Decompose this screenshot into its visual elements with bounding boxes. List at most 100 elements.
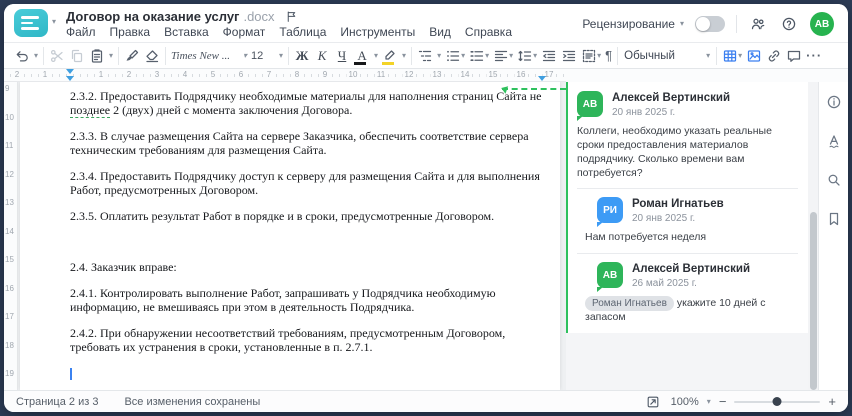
paragraph-style-select[interactable]: Обычный ▾ xyxy=(621,46,713,66)
comment-divider xyxy=(577,188,798,190)
review-mode-dropdown[interactable]: Рецензирование ▾ xyxy=(582,17,684,31)
commented-text[interactable]: позднее xyxy=(70,102,111,118)
menu-format[interactable]: Формат xyxy=(223,25,266,39)
paragraph-2-4-2[interactable]: 2.4.2. При обнаружении несоответствий тр… xyxy=(70,326,542,354)
paragraph-2-3-4[interactable]: 2.3.4. Предоставить Подрядчику доступ к … xyxy=(70,169,542,197)
underline-button[interactable]: Ч xyxy=(332,45,352,67)
zoom-out-button[interactable]: − xyxy=(719,395,727,408)
zoom-caret-icon[interactable]: ▾ xyxy=(707,397,711,406)
menu-file[interactable]: Файл xyxy=(66,25,96,39)
highlight-button[interactable] xyxy=(380,45,400,67)
comment-divider xyxy=(577,253,798,255)
user-avatar[interactable]: АВ xyxy=(810,12,834,36)
undo-menu-caret[interactable]: ▾ xyxy=(32,45,40,67)
paragraph-2-4-1[interactable]: 2.4.1. Контролировать выполнение Работ, … xyxy=(70,286,542,314)
logo-menu-caret-icon[interactable]: ▾ xyxy=(52,18,56,26)
editor-window: ▾ Договор на оказание услуг .docx Файл Пр… xyxy=(4,4,848,412)
bookmark-icon[interactable] xyxy=(824,209,844,229)
review-toggle[interactable] xyxy=(695,16,725,32)
more-tools-button[interactable]: ··· xyxy=(804,45,824,67)
paste-menu-caret[interactable]: ▾ xyxy=(107,45,115,67)
menu-edit[interactable]: Правка xyxy=(110,25,151,39)
align-left-button[interactable]: ▾ xyxy=(491,45,515,67)
fit-page-icon[interactable] xyxy=(643,392,663,412)
numbered-list-button[interactable]: ▾ xyxy=(467,45,491,67)
image-icon[interactable] xyxy=(744,45,764,67)
status-bar: Страница 2 из 3 Все изменения сохранены … xyxy=(4,390,848,412)
zoom-value[interactable]: 100% xyxy=(671,396,699,408)
zoom-in-button[interactable]: + xyxy=(828,395,836,408)
paragraph-settings-button[interactable]: ▾ xyxy=(579,45,603,67)
ruler-row: 21123456789101112131415161718 xyxy=(4,69,848,82)
scrollbar-thumb[interactable] xyxy=(809,212,817,390)
menu-tools[interactable]: Инструменты xyxy=(340,25,415,39)
header-right: Рецензирование ▾ АВ xyxy=(582,12,834,36)
toolbar: ▾ ▾ Times New ... ▾ 12 ▾ Ж К Ч А ▾ ▾ ▾ ▾ ▾… xyxy=(4,42,848,69)
help-icon[interactable] xyxy=(779,14,799,34)
font-color-caret[interactable]: ▾ xyxy=(372,45,380,67)
font-name-select[interactable]: Times New ... ▾ xyxy=(169,46,249,66)
comment-author: Алексей Вертинский xyxy=(612,92,731,104)
italic-button[interactable]: К xyxy=(312,45,332,67)
app-logo[interactable] xyxy=(14,9,48,37)
format-painter-icon[interactable] xyxy=(122,45,142,67)
left-indent-marker[interactable] xyxy=(66,76,74,81)
comment-icon[interactable] xyxy=(784,45,804,67)
zoom-slider[interactable] xyxy=(734,397,821,406)
zoom-slider-handle[interactable] xyxy=(772,397,782,406)
table-icon[interactable]: ▾ xyxy=(720,45,744,67)
menu-bar: Файл Правка Вставка Формат Таблица Инстр… xyxy=(66,25,512,39)
comment-date: 26 май 2025 г. xyxy=(632,278,697,290)
paragraph-2-3-3[interactable]: 2.3.3. В случае размещения Сайта на серв… xyxy=(70,129,542,157)
comment-author: Роман Игнатьев xyxy=(632,198,724,211)
comment-reply[interactable]: РИ Роман Игнатьев 20 янв 2025 г. Нам пот… xyxy=(577,197,798,245)
flag-icon[interactable] xyxy=(285,10,298,23)
bullet-list-button[interactable]: ▾ xyxy=(443,45,467,67)
style-value: Обычный xyxy=(624,49,675,62)
chevron-down-icon: ▾ xyxy=(679,19,684,28)
clear-formatting-icon[interactable] xyxy=(142,45,162,67)
line-spacing-button[interactable]: ▾ xyxy=(515,45,539,67)
menu-help[interactable]: Справка xyxy=(465,25,512,39)
comment-text: Коллеги, необходимо указать реальные сро… xyxy=(577,125,772,179)
paste-button[interactable] xyxy=(87,45,107,67)
comment-date: 20 янв 2025 г. xyxy=(612,107,676,118)
header-divider xyxy=(736,15,737,33)
copy-button[interactable] xyxy=(67,45,87,67)
font-size-select[interactable]: 12 ▾ xyxy=(249,46,285,66)
undo-button[interactable] xyxy=(12,45,32,67)
menu-table[interactable]: Таблица xyxy=(279,25,326,39)
document-title: Договор на оказание услуг .docx xyxy=(66,9,298,24)
cursor-line[interactable] xyxy=(70,367,542,381)
document-page[interactable]: 2.3.2. Предоставить Подрядчику необходим… xyxy=(20,82,560,390)
comment-avatar: АВ xyxy=(577,91,603,121)
first-line-indent-marker[interactable] xyxy=(66,69,74,74)
menu-view[interactable]: Вид xyxy=(429,25,451,39)
right-indent-marker[interactable] xyxy=(538,76,546,81)
show-paragraph-marks-button[interactable]: ¶ xyxy=(603,45,614,67)
people-icon[interactable] xyxy=(748,14,768,34)
comment-date: 20 янв 2025 г. xyxy=(632,213,696,225)
comment-reply[interactable]: АВ Алексей Вертинский 26 май 2025 г. Ром… xyxy=(577,262,798,325)
paragraph-2-3-2[interactable]: 2.3.2. Предоставить Подрядчику необходим… xyxy=(70,89,542,118)
highlight-caret[interactable]: ▾ xyxy=(400,45,408,67)
menu-insert[interactable]: Вставка xyxy=(164,25,209,39)
spellcheck-icon[interactable] xyxy=(824,131,844,151)
mention-pill[interactable]: Роман Игнатьев xyxy=(585,296,674,312)
multilevel-list-caret[interactable]: ▾ xyxy=(435,45,443,67)
paragraph-2-3-5[interactable]: 2.3.5. Оплатить результат Работ в порядк… xyxy=(70,209,542,224)
bold-button[interactable]: Ж xyxy=(292,45,312,67)
comment-thread[interactable]: АВ Алексей Вертинский 20 янв 2025 г. Кол… xyxy=(566,82,808,334)
search-icon[interactable] xyxy=(824,170,844,190)
paragraph-2-4[interactable]: 2.4. Заказчик вправе: xyxy=(70,260,542,275)
page-indicator[interactable]: Страница 2 из 3 xyxy=(16,396,98,408)
document-text[interactable]: 2.3.2. Предоставить Подрядчику необходим… xyxy=(70,89,542,390)
cut-button[interactable] xyxy=(47,45,67,67)
info-icon[interactable] xyxy=(824,92,844,112)
multilevel-list-button[interactable] xyxy=(415,45,435,67)
link-icon[interactable] xyxy=(764,45,784,67)
increase-indent-button[interactable] xyxy=(559,45,579,67)
font-color-button[interactable]: А xyxy=(352,45,372,67)
comment-item[interactable]: АВ Алексей Вертинский 20 янв 2025 г. Кол… xyxy=(577,91,798,180)
decrease-indent-button[interactable] xyxy=(539,45,559,67)
